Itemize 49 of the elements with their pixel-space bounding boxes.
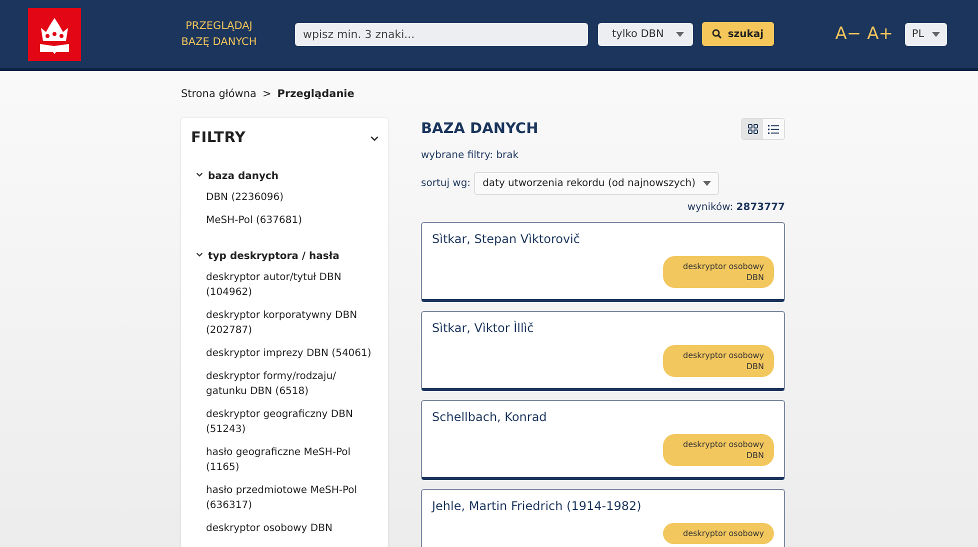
filter-option[interactable]: deskryptor autor/tytuł DBN (104962) [206, 270, 380, 300]
caret-icon [932, 32, 940, 36]
section-title: BAZA DANYCH [421, 121, 538, 137]
scope-select[interactable]: tylko DBN [598, 22, 693, 46]
chevron-icon[interactable] [195, 170, 204, 179]
filter-option[interactable]: deskryptor formy/rodzaju/ gatunku DBN (6518) [206, 369, 380, 399]
filter-option[interactable]: hasło przedmiotowe MeSH-Pol (636317) [206, 483, 380, 513]
record-type-badge: deskryptor osobowy DBN [663, 345, 774, 377]
selected-filters-text: wybrane filtry: brak [421, 150, 520, 161]
filter-group-title[interactable]: typ deskryptora / hasła [208, 250, 340, 262]
record-card[interactable]: Schellbach, Konrad deskryptor osobowy DBN [421, 400, 785, 480]
list-icon [768, 124, 779, 134]
grid-icon [748, 124, 758, 134]
browse-database-link[interactable]: PRZEGLĄDAJ BAZĘ DANYCH [179, 18, 259, 50]
record-card[interactable]: Sìtkar, Stepan Vìktorovič deskryptor osobowy DBN [421, 222, 785, 302]
breadcrumb-current: Przeglądanie [277, 88, 354, 102]
filter-option[interactable]: deskryptor osobowy DBN [206, 521, 380, 536]
record-name[interactable]: Schellbach, Konrad [432, 410, 774, 424]
record-type-badge: deskryptor osobowy DBN [663, 256, 774, 288]
filters-title: FILTRY [191, 130, 246, 146]
search-button[interactable]: szukaj [702, 22, 774, 46]
caret-icon [703, 181, 712, 186]
filter-option[interactable]: deskryptor geograficzny DBN (51243) [206, 407, 380, 437]
record-card[interactable]: Jehle, Martin Friedrich (1914-1982) deskryptor osobowy [421, 489, 785, 547]
sort-label: sortuj wg: [421, 178, 471, 189]
record-name[interactable]: Jehle, Martin Friedrich (1914-1982) [432, 499, 774, 513]
record-name[interactable]: Sìtkar, Stepan Vìktorovič [432, 232, 774, 246]
language-select[interactable]: PL [905, 22, 947, 46]
filter-option[interactable]: hasło geograficzne MeSH-Pol (1165) [206, 445, 380, 475]
caret-icon [676, 32, 684, 36]
search-icon [712, 29, 722, 39]
search-field[interactable]: wpisz min. 3 znaki... [295, 22, 588, 46]
font-decrease-button[interactable]: A− [835, 24, 862, 44]
record-name[interactable]: Sìtkar, Vìktor Ìllìč [432, 321, 774, 335]
font-increase-button[interactable]: A+ [867, 24, 893, 44]
sort-select[interactable]: daty utworzenia rekordu (od najnowszych) [474, 172, 720, 195]
filter-option[interactable]: DBN (2236096) [206, 190, 380, 205]
record-type-badge: deskryptor osobowy [663, 523, 774, 544]
filter-option[interactable]: deskryptor korporatywny DBN (202787) [206, 308, 380, 338]
filter-option[interactable]: MeSH-Pol (637681) [206, 213, 380, 228]
filter-option[interactable]: deskryptor imprezy DBN (54061) [206, 346, 380, 361]
record-card[interactable]: Sìtkar, Vìktor Ìllìč deskryptor osobowy DBN [421, 311, 785, 391]
breadcrumb-separator: > [262, 88, 272, 102]
breadcrumb-link[interactable]: Strona główna [181, 88, 256, 102]
results-count: wyników: 2873777 [686, 202, 785, 213]
filter-group-title[interactable]: baza danych [208, 170, 279, 182]
chevron-icon[interactable] [195, 250, 204, 259]
record-type-badge: deskryptor osobowy DBN [663, 434, 774, 466]
grid-view-button[interactable] [742, 119, 763, 139]
